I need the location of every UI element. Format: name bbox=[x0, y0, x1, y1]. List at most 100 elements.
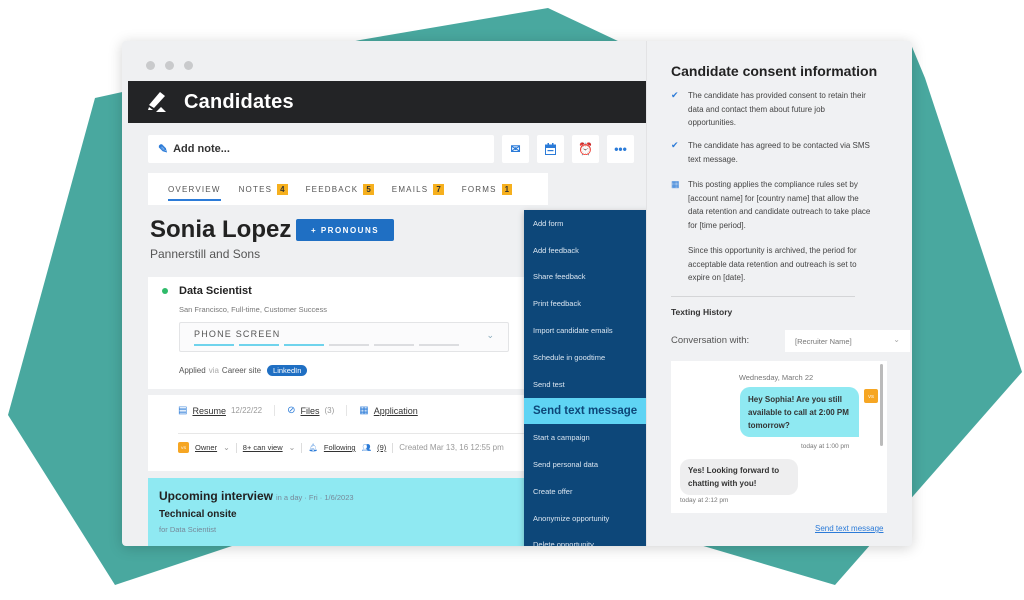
files-link[interactable]: ⊘ Files (3) bbox=[287, 405, 348, 416]
toolbar: ✎ Add note... ✉ ⏰ ••• bbox=[148, 135, 638, 163]
stage-select[interactable]: PHONE SCREEN ⌄ bbox=[179, 322, 509, 352]
main-panel: Candidates ✎ Add note... ✉ ⏰ ••• OVERVIE… bbox=[128, 81, 646, 546]
add-pronouns-button[interactable]: + PRONOUNS bbox=[296, 219, 394, 241]
interview-when: in a day · Fri · 1/6/2023 bbox=[276, 493, 354, 502]
menu-item[interactable]: Send test bbox=[524, 371, 646, 398]
divider bbox=[235, 442, 237, 453]
window-dot[interactable] bbox=[165, 61, 174, 70]
menu-item[interactable]: Add form bbox=[524, 210, 646, 237]
recruiter-select[interactable]: [Recruiter Name] ⌄ bbox=[785, 330, 910, 352]
menu-item[interactable]: Share feedback bbox=[524, 264, 646, 291]
chevron-down-icon: ⌄ bbox=[223, 443, 230, 452]
stage-step bbox=[194, 344, 234, 346]
incoming-message: Yes! Looking forward to chatting with yo… bbox=[680, 459, 798, 495]
alarm-clock-icon: ⏰ bbox=[578, 142, 593, 156]
followers-icon: 👥︎ bbox=[361, 443, 372, 452]
candidate-company: Pannerstill and Sons bbox=[150, 247, 261, 261]
add-note-input[interactable]: ✎ Add note... bbox=[148, 135, 494, 163]
consent-title: Candidate consent information bbox=[671, 63, 878, 79]
tab-overview[interactable]: OVERVIEW bbox=[168, 173, 221, 205]
tab-feedback[interactable]: FEEDBACK 5 bbox=[306, 173, 374, 205]
tab-label: OVERVIEW bbox=[168, 184, 221, 194]
add-note-placeholder: Add note... bbox=[173, 143, 230, 155]
application-source: Applied via Career site LinkedIn bbox=[179, 365, 308, 376]
more-actions-menu: Add form Add feedback Share feedback Print … bbox=[524, 210, 646, 546]
divider bbox=[671, 296, 855, 297]
chevron-down-icon: ⌄ bbox=[893, 335, 900, 344]
menu-item[interactable]: Send text message bbox=[524, 397, 646, 425]
reminder-button[interactable]: ⏰ bbox=[572, 135, 599, 163]
checkmark-icon: ✔ bbox=[671, 90, 679, 100]
stage-step bbox=[239, 344, 279, 346]
consent-panel: Candidate consent information ✔ The cand… bbox=[646, 41, 912, 546]
paperclip-icon: ⊘ bbox=[287, 405, 296, 416]
menu-item[interactable]: Send personal data bbox=[524, 451, 646, 478]
meta-row: VS Owner ⌄ 8+ can view ⌄ 🔔︎ Following 👥︎… bbox=[178, 442, 504, 453]
recruiter-select-value: [Recruiter Name] bbox=[795, 336, 852, 346]
schedule-button[interactable] bbox=[537, 135, 564, 163]
menu-item[interactable]: Delete opportunity bbox=[524, 532, 646, 546]
following-toggle[interactable]: Following bbox=[324, 443, 356, 452]
menu-item[interactable]: Start a campaign bbox=[524, 424, 646, 451]
consent-text: The candidate has agreed to be contacted… bbox=[688, 141, 870, 164]
tab-label: FEEDBACK bbox=[305, 184, 359, 194]
message-time: today at 1:00 pm bbox=[801, 443, 850, 450]
menu-item[interactable]: Import candidate emails bbox=[524, 317, 646, 344]
applied-source: Career site bbox=[221, 366, 262, 375]
visibility-dropdown[interactable]: 8+ can view bbox=[243, 443, 283, 452]
window-dot[interactable] bbox=[184, 61, 193, 70]
window-controls bbox=[146, 61, 193, 70]
consent-item: ▦ This posting applies the compliance ru… bbox=[671, 178, 871, 232]
table-icon: ▦ bbox=[359, 405, 369, 416]
email-button[interactable]: ✉ bbox=[502, 135, 529, 163]
stage-step bbox=[284, 344, 324, 346]
count-badge: 5 bbox=[363, 183, 374, 195]
status-dot-icon bbox=[162, 288, 168, 294]
texting-history-title: Texting History bbox=[671, 307, 733, 317]
recruiter-avatar: VS bbox=[864, 389, 878, 403]
tab-notes[interactable]: NOTES 4 bbox=[239, 173, 288, 205]
divider bbox=[392, 442, 394, 453]
menu-item[interactable]: Anonymize opportunity bbox=[524, 505, 646, 532]
opportunity-title[interactable]: Data Scientist bbox=[179, 285, 252, 297]
tab-label: EMAILS bbox=[391, 184, 429, 194]
send-text-message-link[interactable]: Send text message bbox=[815, 524, 883, 533]
pen-logo-icon bbox=[146, 91, 168, 113]
checkmark-icon: ✔ bbox=[671, 140, 679, 150]
conversation-label: Conversation with: bbox=[671, 335, 750, 346]
chat-date: Wednesday, March 22 bbox=[738, 373, 814, 382]
consent-note: Since this opportunity is archived, the … bbox=[688, 246, 857, 282]
window-dot[interactable] bbox=[146, 61, 155, 70]
resume-link[interactable]: ▤ Resume 12/22/22 bbox=[178, 405, 276, 416]
owner-dropdown[interactable]: Owner bbox=[195, 443, 217, 452]
app-title: Candidates bbox=[184, 90, 294, 113]
application-label: Application bbox=[373, 405, 418, 416]
stage-step bbox=[419, 344, 459, 346]
followers-count[interactable]: (9) bbox=[377, 443, 386, 452]
count-badge: 4 bbox=[277, 183, 288, 195]
resume-label: Resume bbox=[192, 405, 226, 416]
application-link[interactable]: ▦ Application bbox=[359, 405, 429, 416]
divider bbox=[301, 442, 303, 453]
files-label: Files bbox=[300, 405, 320, 416]
consent-text: This posting applies the compliance rule… bbox=[688, 180, 871, 230]
source-tag[interactable]: LinkedIn bbox=[267, 365, 308, 376]
consent-item: ✔ The candidate has provided consent to … bbox=[671, 89, 871, 130]
more-actions-button[interactable]: ••• bbox=[607, 135, 634, 163]
stage-label: PHONE SCREEN bbox=[194, 329, 281, 339]
count-badge: 7 bbox=[433, 183, 444, 195]
applied-label: Applied bbox=[179, 366, 206, 375]
menu-item[interactable]: Schedule in goodtime bbox=[524, 344, 646, 371]
menu-item[interactable]: Print feedback bbox=[524, 290, 646, 317]
tab-emails[interactable]: EMAILS 7 bbox=[392, 173, 444, 205]
chat-history: Wednesday, March 22 Hey Sophia! Are you … bbox=[671, 361, 887, 513]
interview-heading: Upcoming interview bbox=[159, 489, 274, 503]
stage-step bbox=[374, 344, 414, 346]
tab-bar: OVERVIEW NOTES 4 FEEDBACK 5 EMAILS 7 FOR… bbox=[148, 173, 548, 205]
owner-avatar: VS bbox=[178, 442, 189, 453]
tab-forms[interactable]: FORMS 1 bbox=[462, 173, 513, 205]
via-label: via bbox=[208, 366, 219, 375]
calendar-icon bbox=[545, 143, 556, 155]
menu-item[interactable]: Create offer bbox=[524, 478, 646, 505]
menu-item[interactable]: Add feedback bbox=[524, 237, 646, 264]
